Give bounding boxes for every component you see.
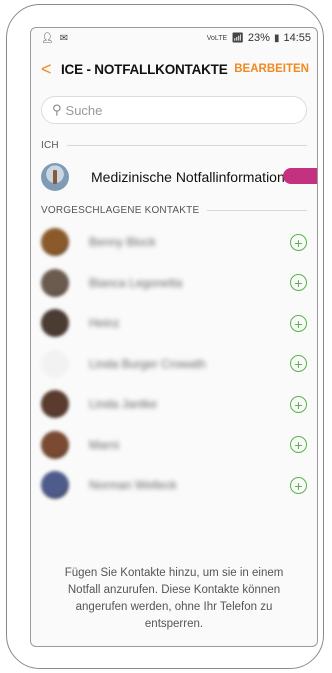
contact-name: Bianca Legonetta bbox=[89, 275, 183, 290]
contact-row[interactable]: Linda Burger Crowath + bbox=[31, 344, 317, 385]
contact-name: Benny Block bbox=[89, 235, 156, 250]
medical-info-avatar bbox=[41, 163, 69, 191]
back-icon[interactable]: < bbox=[41, 59, 61, 80]
medical-info-item[interactable]: Medizinische Notfallinformation bbox=[31, 155, 317, 199]
contact-name: Heinz bbox=[89, 316, 120, 331]
status-bar: 👤︎ ✉︎ VoLTE 📶︎ 23% ▮ 14:55 bbox=[31, 28, 317, 48]
contact-row[interactable]: Heinz + bbox=[31, 303, 317, 344]
contact-avatar bbox=[41, 471, 69, 500]
contact-avatar bbox=[41, 268, 69, 297]
search-icon: ⚲ bbox=[52, 102, 62, 117]
contact-row[interactable]: Marni + bbox=[31, 425, 317, 466]
contact-row[interactable]: Benny Block + bbox=[31, 222, 317, 263]
section-label: ICH bbox=[41, 140, 59, 151]
section-label: VORGESCHLAGENE KONTAKTE bbox=[41, 205, 200, 216]
highlight-pointer bbox=[283, 168, 317, 184]
contact-list: Benny Block + Bianca Legonetta + Heinz + Linda… bbox=[31, 222, 317, 506]
divider bbox=[66, 145, 307, 146]
add-contact-icon[interactable]: + bbox=[290, 314, 307, 332]
page-title: ICE - NOTFALLKONTAKTE bbox=[61, 61, 228, 77]
contact-avatar bbox=[41, 309, 69, 338]
search-placeholder: Suche bbox=[65, 102, 103, 118]
contact-avatar bbox=[41, 390, 69, 419]
add-contact-icon[interactable]: + bbox=[290, 395, 307, 413]
add-contact-icon[interactable]: + bbox=[290, 274, 307, 292]
contact-row[interactable]: Linda Jantke + bbox=[31, 384, 317, 425]
add-contact-icon[interactable]: + bbox=[290, 476, 307, 494]
title-bar: < ICE - NOTFALLKONTAKTE BEARBEITEN bbox=[31, 48, 317, 90]
battery-percent: 23% bbox=[247, 32, 270, 44]
volte-label: VoLTE bbox=[206, 34, 228, 42]
divider bbox=[207, 210, 307, 211]
phone-screen: 👤︎ ✉︎ VoLTE 📶︎ 23% ▮ 14:55 < ICE - NOTFA… bbox=[30, 27, 318, 647]
phone-frame: 👤︎ ✉︎ VoLTE 📶︎ 23% ▮ 14:55 < ICE - NOTFA… bbox=[6, 4, 324, 669]
help-text: Fügen Sie Kontakte hinzu, um sie in eine… bbox=[64, 567, 284, 630]
add-contact-icon[interactable]: + bbox=[290, 436, 307, 454]
search-input[interactable]: ⚲ Suche bbox=[41, 96, 307, 124]
add-contact-icon[interactable]: + bbox=[290, 355, 307, 373]
contact-name: Linda Burger Crowath bbox=[89, 356, 206, 371]
edit-button[interactable]: BEARBEITEN bbox=[234, 63, 309, 75]
battery-icon: ▮ bbox=[273, 32, 280, 44]
section-header-me: ICH bbox=[41, 140, 307, 151]
add-contact-icon[interactable]: + bbox=[290, 233, 307, 251]
section-header-suggested: VORGESCHLAGENE KONTAKTE bbox=[41, 205, 307, 216]
contact-name: Marni bbox=[89, 437, 120, 452]
contact-name: Norman Welleck bbox=[89, 478, 177, 493]
contact-row[interactable]: Norman Welleck + bbox=[31, 465, 317, 506]
medical-info-label: Medizinische Notfallinformation bbox=[91, 169, 285, 185]
contact-avatar bbox=[41, 349, 69, 378]
wifi-icon: 📶︎ bbox=[231, 32, 244, 44]
notification-icon: ✉︎ bbox=[59, 32, 69, 44]
contact-name: Linda Jantke bbox=[89, 397, 158, 412]
clock: 14:55 bbox=[283, 32, 311, 44]
contact-avatar bbox=[41, 228, 69, 257]
person-icon: 👤︎ bbox=[41, 32, 54, 44]
contact-avatar bbox=[41, 430, 69, 459]
contact-row[interactable]: Bianca Legonetta + bbox=[31, 263, 317, 304]
